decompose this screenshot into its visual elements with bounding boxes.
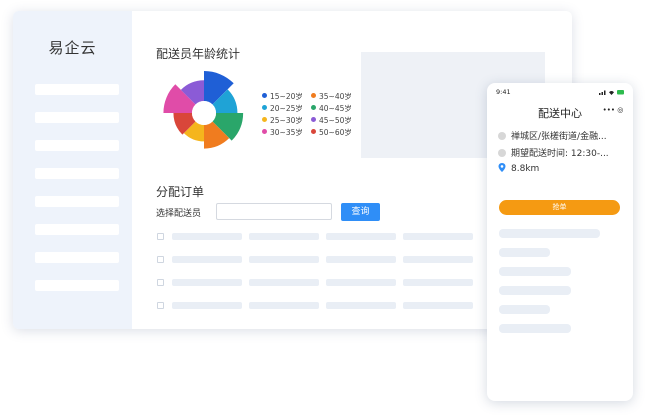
row-checkbox[interactable] [157,302,164,309]
table-cell [326,233,396,240]
legend-label: 20~25岁 [270,104,303,113]
age-rose-chart [163,71,244,149]
legend-label: 40~45岁 [319,104,352,113]
legend-item: 45~50岁 [311,115,352,126]
rose-center-hole [192,101,216,125]
expected-time-text: 期望配送时间: 12:30-... [511,149,609,159]
grab-order-button[interactable]: 抢单 [499,200,620,215]
battery-icon [617,90,624,95]
sidebar-item[interactable] [35,224,119,235]
mini-program-capsule[interactable]: ••• ◎ [599,104,627,117]
wifi-icon [609,91,614,95]
placeholder-line [499,267,571,276]
legend-label: 25~30岁 [270,116,303,125]
legend-label: 45~50岁 [319,116,352,125]
clock-dot-icon [498,149,506,157]
legend-item: 35~40岁 [311,91,352,102]
table-cell [172,233,242,240]
legend-item: 25~30岁 [262,115,303,126]
placeholder-line [499,324,571,333]
location-pin-icon [498,163,506,172]
placeholder-line [499,248,550,257]
legend-swatch [262,93,267,98]
sidebar-item[interactable] [35,84,119,95]
address-text: 禅城区/张槎街道/金融... [511,132,607,142]
legend-swatch [262,117,267,122]
legend-label: 15~20岁 [270,92,303,101]
table-cell [249,256,319,263]
sidebar-item[interactable] [35,112,119,123]
table-cell [326,279,396,286]
table-cell [172,279,242,286]
table-cell [249,233,319,240]
table-cell [403,256,473,263]
sidebar-item[interactable] [35,140,119,151]
placeholder-line [499,286,571,295]
legend-label: 50~60岁 [319,128,352,137]
legend-label: 35~40岁 [319,92,352,101]
placeholder-line [499,305,550,314]
legend-swatch [311,105,316,110]
query-button[interactable]: 查询 [341,203,380,221]
status-time: 9:41 [496,88,511,96]
table-cell [326,302,396,309]
screen: 易企云 配送员年龄统计 15~20岁 35~40岁 20~25岁 40~45岁 25~3… [0,0,645,416]
legend-swatch [311,93,316,98]
table-cell [403,279,473,286]
legend-item: 20~25岁 [262,103,303,114]
courier-select-label: 选择配送员 [156,209,202,219]
table-cell [326,256,396,263]
legend-item: 15~20岁 [262,91,303,102]
sidebar-item[interactable] [35,280,119,291]
legend-swatch [262,105,267,110]
distance-text: 8.8km [511,164,540,174]
sidebar: 易企云 [13,11,132,329]
app-logo: 易企云 [48,39,97,57]
status-icons [599,90,624,95]
table-cell [403,233,473,240]
age-chart-title: 配送员年龄统计 [156,47,241,61]
table-cell [249,279,319,286]
sidebar-item[interactable] [35,252,119,263]
signal-icon [599,93,601,95]
table-cell [249,302,319,309]
sidebar-item[interactable] [35,168,119,179]
row-checkbox[interactable] [157,256,164,263]
phone-frame: 9:41 配送中心 ••• ◎ 禅城区/张槎街道/金融... 期望配送时间: 1… [487,83,633,401]
address-row: 禅城区/张槎街道/金融... [498,129,607,142]
placeholder-line [499,229,600,238]
table-cell [172,302,242,309]
legend-label: 30~35岁 [270,128,303,137]
legend-swatch [262,129,267,134]
courier-select-input[interactable] [216,203,332,220]
table-cell [172,256,242,263]
legend-item: 30~35岁 [262,127,303,138]
row-checkbox[interactable] [157,233,164,240]
sidebar-item[interactable] [35,196,119,207]
legend-item: 50~60岁 [311,127,352,138]
legend-swatch [311,117,316,122]
legend-item: 40~45岁 [311,103,352,114]
distance-row: 8.8km [498,163,539,174]
row-checkbox[interactable] [157,279,164,286]
address-dot-icon [498,132,506,140]
table-cell [403,302,473,309]
orders-title: 分配订单 [156,185,205,199]
expected-time-row: 期望配送时间: 12:30-... [498,146,609,159]
legend-swatch [311,129,316,134]
